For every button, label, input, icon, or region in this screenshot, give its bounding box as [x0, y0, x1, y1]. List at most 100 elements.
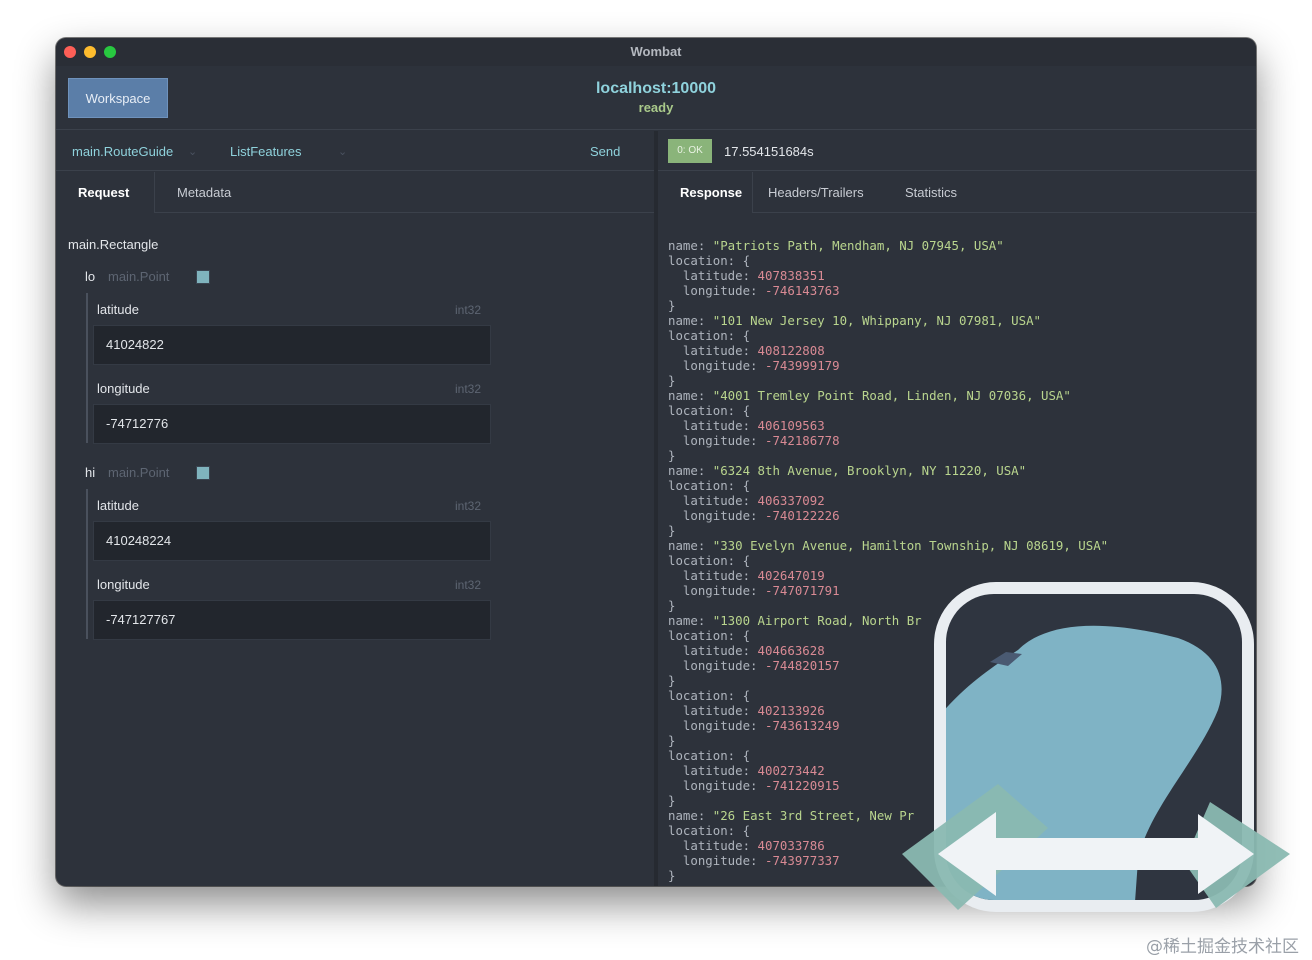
- latitude-type: int32: [455, 499, 482, 513]
- response-line: latitude: 407838351: [668, 268, 1248, 283]
- key-text: location: {: [668, 403, 751, 418]
- key-text: longitude:: [668, 718, 765, 733]
- key-text: longitude:: [668, 778, 765, 793]
- key-text: location: {: [668, 823, 751, 838]
- key-text: longitude:: [668, 853, 765, 868]
- key-text: location: {: [668, 478, 751, 493]
- service-select[interactable]: main.RouteGuide: [72, 144, 173, 159]
- response-line: location: {: [668, 478, 1248, 493]
- response-line: name: "Patriots Path, Mendham, NJ 07945,…: [668, 238, 1248, 253]
- response-line: name: "330 Evelyn Avenue, Hamilton Towns…: [668, 538, 1248, 553]
- key-text: latitude:: [668, 568, 758, 583]
- longitude-label: longitude: [97, 577, 150, 592]
- key-text: longitude:: [668, 358, 765, 373]
- response-line: latitude: 406337092: [668, 493, 1248, 508]
- chevron-down-icon[interactable]: ⌄: [188, 145, 197, 158]
- number-value: 406337092: [757, 493, 825, 508]
- key-text: longitude:: [668, 658, 765, 673]
- connection-header: Workspace localhost:10000 ready: [56, 66, 1256, 130]
- zoom-window-button[interactable]: [104, 46, 116, 58]
- field-key-lo: lo: [85, 269, 96, 284]
- key-text: longitude:: [668, 583, 765, 598]
- field-type-hi: main.Point: [108, 465, 170, 480]
- longitude-input[interactable]: -747127767: [93, 600, 491, 640]
- string-value: "4001 Tremley Point Road, Linden, NJ 070…: [712, 388, 1071, 403]
- response-line: }: [668, 373, 1248, 388]
- key-text: }: [668, 793, 676, 808]
- latitude-label: latitude: [97, 498, 139, 513]
- number-value: -744820157: [764, 658, 840, 673]
- request-panel: main.RouteGuide ⌄ ListFeatures ⌄ Send Re…: [56, 131, 654, 886]
- response-line: latitude: 408122808: [668, 343, 1248, 358]
- chevron-down-icon[interactable]: ⌄: [338, 145, 347, 158]
- key-text: longitude:: [668, 283, 765, 298]
- latitude-type: int32: [455, 303, 482, 317]
- number-value: -742186778: [764, 433, 840, 448]
- number-value: 404663628: [757, 643, 825, 658]
- tab-headers-trailers[interactable]: Headers/Trailers: [746, 172, 886, 213]
- response-line: longitude: -743999179: [668, 358, 1248, 373]
- connection-status: ready: [638, 100, 674, 115]
- title-bar: Wombat: [56, 38, 1256, 66]
- key-text: }: [668, 523, 676, 538]
- message-type-label: main.Rectangle: [68, 237, 159, 252]
- string-value: "101 New Jersey 10, Whippany, NJ 07981, …: [712, 313, 1041, 328]
- response-line: }: [668, 523, 1248, 538]
- key-text: location: {: [668, 688, 751, 703]
- field-enable-checkbox[interactable]: [196, 466, 210, 480]
- latitude-input[interactable]: 41024822: [93, 325, 491, 365]
- number-value: -746143763: [764, 283, 840, 298]
- response-line: location: {: [668, 403, 1248, 418]
- tab-request[interactable]: Request: [56, 172, 155, 213]
- field-type-lo: main.Point: [108, 269, 170, 284]
- number-value: -741220915: [764, 778, 840, 793]
- close-window-button[interactable]: [64, 46, 76, 58]
- key-text: name:: [668, 388, 713, 403]
- response-line: name: "101 New Jersey 10, Whippany, NJ 0…: [668, 313, 1248, 328]
- longitude-input[interactable]: -74712776: [93, 404, 491, 444]
- response-line: latitude: 406109563: [668, 418, 1248, 433]
- key-text: location: {: [668, 628, 751, 643]
- nest-indent-line: [86, 489, 88, 639]
- response-line: location: {: [668, 328, 1248, 343]
- wombat-app-icon: [902, 582, 1290, 912]
- longitude-type: int32: [455, 382, 482, 396]
- key-text: name:: [668, 463, 713, 478]
- method-select[interactable]: ListFeatures: [230, 144, 302, 159]
- number-value: 407838351: [757, 268, 825, 283]
- key-text: latitude:: [668, 838, 758, 853]
- key-text: longitude:: [668, 508, 765, 523]
- latitude-label: latitude: [97, 302, 139, 317]
- key-text: }: [668, 673, 676, 688]
- tab-response[interactable]: Response: [658, 172, 753, 213]
- tab-metadata[interactable]: Metadata: [155, 172, 253, 213]
- send-button[interactable]: Send: [590, 144, 620, 159]
- key-text: name:: [668, 538, 713, 553]
- field-key-hi: hi: [85, 465, 96, 480]
- longitude-type: int32: [455, 578, 482, 592]
- string-value: "Patriots Path, Mendham, NJ 07945, USA": [712, 238, 1004, 253]
- key-text: location: {: [668, 328, 751, 343]
- elapsed-time: 17.554151684s: [724, 144, 814, 159]
- number-value: 402647019: [757, 568, 825, 583]
- method-selector-bar: main.RouteGuide ⌄ ListFeatures ⌄ Send: [56, 131, 654, 171]
- key-text: }: [668, 733, 676, 748]
- latitude-input[interactable]: 410248224: [93, 521, 491, 561]
- key-text: latitude:: [668, 703, 758, 718]
- key-text: longitude:: [668, 433, 765, 448]
- host-address: localhost:10000: [595, 80, 717, 97]
- number-value: -743999179: [764, 358, 840, 373]
- key-text: latitude:: [668, 763, 758, 778]
- key-text: name:: [668, 313, 713, 328]
- number-value: 408122808: [757, 343, 825, 358]
- response-line: longitude: -746143763: [668, 283, 1248, 298]
- string-value: "6324 8th Avenue, Brooklyn, NY 11220, US…: [712, 463, 1027, 478]
- tab-statistics[interactable]: Statistics: [883, 172, 979, 213]
- number-value: -743613249: [764, 718, 840, 733]
- number-value: 400273442: [757, 763, 825, 778]
- minimize-window-button[interactable]: [84, 46, 96, 58]
- key-text: }: [668, 448, 676, 463]
- watermark-text: @稀土掘金技术社区: [1146, 937, 1299, 957]
- string-value: "1300 Airport Road, North Br: [712, 613, 922, 628]
- field-enable-checkbox[interactable]: [196, 270, 210, 284]
